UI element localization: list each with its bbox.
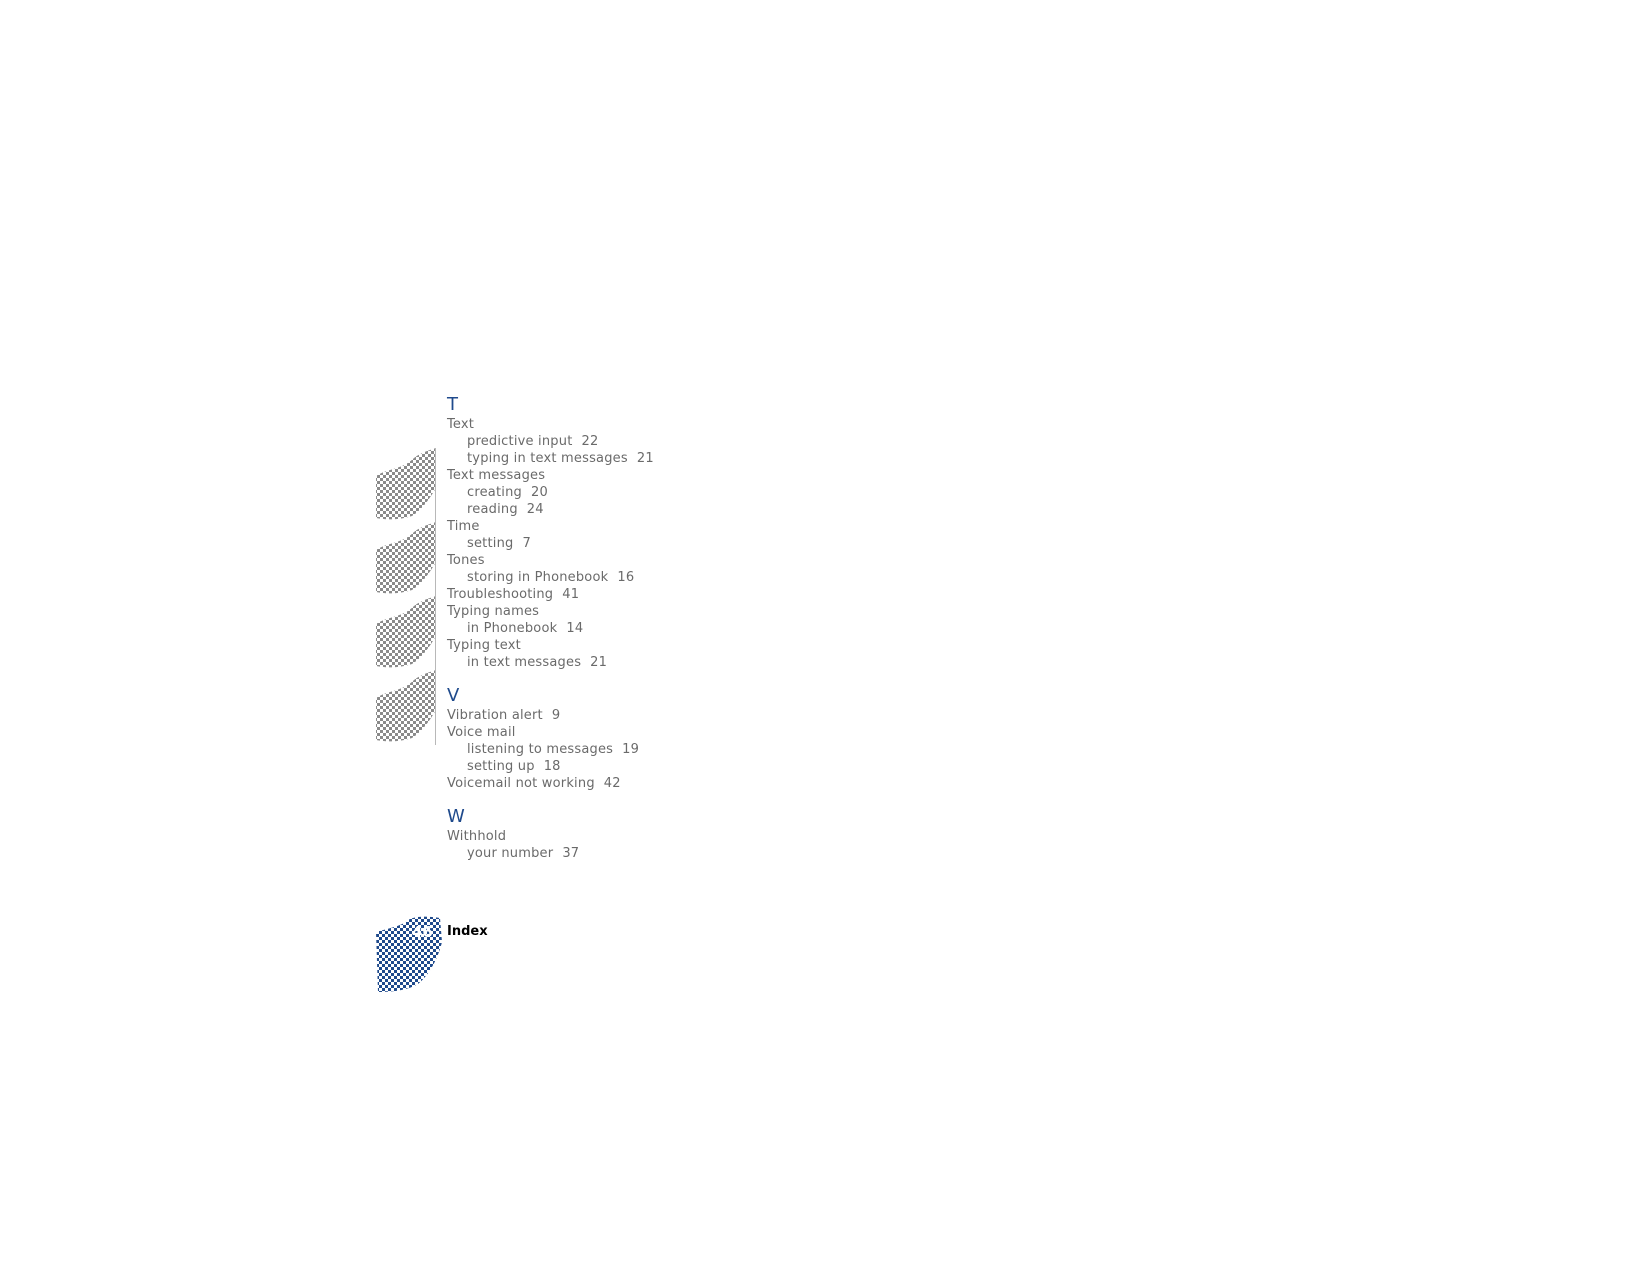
entry-page-number: 20	[530, 485, 548, 500]
entry-page-number: 19	[622, 742, 640, 757]
index-subentry: setting up 18	[447, 758, 747, 775]
entry-term: setting up	[467, 759, 535, 774]
index-entry: Text messages	[447, 467, 747, 484]
entry-term: listening to messages	[467, 742, 614, 757]
index-subentry: in Phonebook 14	[447, 620, 747, 637]
entry-term: reading	[467, 502, 518, 517]
halftone-page-badge-icon	[376, 916, 444, 994]
index-entry: Voice mail	[447, 724, 747, 741]
entry-page-number: 14	[566, 621, 584, 636]
index-entry: Typing names	[447, 603, 747, 620]
entry-term: Text messages	[447, 468, 546, 483]
index-subentry: your number 37	[447, 845, 747, 862]
index-entry: Tones	[447, 552, 747, 569]
index-subentry: storing in Phonebook 16	[447, 569, 747, 586]
entry-term: in Phonebook	[467, 621, 558, 636]
index-subentry: listening to messages 19	[447, 741, 747, 758]
entry-term: Vibration alert	[447, 708, 543, 723]
index-subentry: in text messages 21	[447, 654, 747, 671]
entry-page-number: 9	[551, 708, 561, 723]
section-title: Index	[447, 924, 488, 939]
section-entries: Text predictive input 22 typing in text mes…	[447, 416, 747, 671]
index-entry: Withhold	[447, 828, 747, 845]
entry-page-number: 16	[617, 570, 635, 585]
index-entry: Vibration alert 9	[447, 707, 747, 724]
entry-term: predictive input	[467, 434, 573, 449]
index-subentry: typing in text messages 21	[447, 450, 747, 467]
entry-term: in text messages	[467, 655, 582, 670]
index-subentry: setting 7	[447, 535, 747, 552]
section-letter: T	[447, 394, 458, 415]
index-subentry: reading 24	[447, 501, 747, 518]
entry-page-number: 42	[603, 776, 621, 791]
entry-term: storing in Phonebook	[467, 570, 609, 585]
index-section-w: W Withhold your number 37	[447, 806, 747, 862]
entry-term: Text	[447, 417, 475, 432]
section-letter: V	[447, 685, 460, 706]
entry-term: Typing names	[447, 604, 540, 619]
entry-term: setting	[467, 536, 514, 551]
index-entry: Voicemail not working 42	[447, 775, 747, 792]
index-entry: Time	[447, 518, 747, 535]
entry-term: Voicemail not working	[447, 776, 595, 791]
entry-page-number: 24	[526, 502, 544, 517]
index-list: T Text predictive input 22 typing in text m…	[447, 394, 747, 862]
section-letter: W	[447, 806, 465, 827]
index-entry: Troubleshooting 41	[447, 586, 747, 603]
entry-page-number: 7	[522, 536, 531, 551]
entry-page-number: 18	[543, 759, 561, 774]
entry-term: Typing text	[447, 638, 521, 653]
entry-page-number: 22	[581, 434, 599, 449]
index-subentry: predictive input 22	[447, 433, 747, 450]
halftone-tab-icon	[374, 670, 436, 742]
entry-term: Voice mail	[447, 725, 516, 740]
index-page: T Text predictive input 22 typing in text m…	[0, 0, 1651, 1275]
entry-term: Withhold	[447, 829, 507, 844]
tab-divider	[435, 448, 436, 745]
section-entries: Withhold your number 37	[447, 828, 747, 862]
halftone-tab-icon	[374, 448, 436, 520]
section-entries: Vibration alert 9 Voice mail listening to m…	[447, 707, 747, 792]
halftone-tab-icon	[374, 596, 436, 668]
index-subentry: creating 20	[447, 484, 747, 501]
entry-term: typing in text messages	[467, 451, 628, 466]
index-entry: Typing text	[447, 637, 747, 654]
halftone-tab-icon	[374, 522, 436, 594]
index-section-v: V Vibration alert 9 Voice mail listening to…	[447, 685, 747, 792]
entry-page-number: 41	[562, 587, 580, 602]
entry-page-number: 37	[562, 846, 580, 861]
index-entry: Text	[447, 416, 747, 433]
page-number: 46	[412, 923, 433, 941]
entry-term: creating	[467, 485, 522, 500]
entry-term: your number	[467, 846, 554, 861]
entry-page-number: 21	[636, 451, 654, 466]
entry-page-number: 21	[590, 655, 608, 670]
entry-term: Tones	[447, 553, 485, 568]
index-section-t: T Text predictive input 22 typing in text m…	[447, 394, 747, 671]
entry-term: Troubleshooting	[447, 587, 554, 602]
entry-term: Time	[447, 519, 480, 534]
